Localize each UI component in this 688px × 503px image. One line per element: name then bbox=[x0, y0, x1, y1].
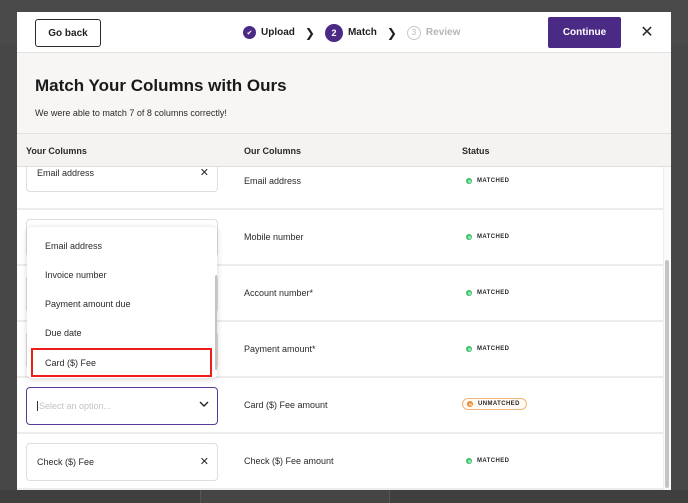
clear-icon[interactable]: ✕ bbox=[200, 167, 209, 179]
backdrop-element bbox=[200, 490, 390, 503]
our-column-name: Check ($) Fee amount bbox=[244, 456, 334, 466]
our-column-name: Payment amount* bbox=[244, 344, 316, 354]
page-intro: Match Your Columns with Ours We were abl… bbox=[17, 53, 671, 134]
header-status: Status bbox=[462, 146, 490, 156]
step-label: Review bbox=[425, 27, 461, 38]
status-text: MATCHED bbox=[477, 178, 510, 184]
chevron-right-icon: ❯ bbox=[386, 25, 397, 40]
step-upload: ✔ Upload bbox=[243, 26, 295, 39]
continue-button[interactable]: Continue bbox=[548, 17, 621, 48]
matched-icon bbox=[466, 178, 472, 184]
backdrop-bottom bbox=[0, 490, 688, 503]
header-your-columns: Your Columns bbox=[26, 146, 87, 156]
dropdown-option[interactable]: Due date bbox=[27, 318, 213, 347]
matched-icon bbox=[466, 234, 472, 240]
dropdown-option-highlighted[interactable]: Card ($) Fee bbox=[31, 348, 212, 377]
status-badge: MATCHED bbox=[466, 346, 509, 352]
your-column-select[interactable]: Select an option... bbox=[26, 387, 218, 425]
status-text: MATCHED bbox=[477, 234, 510, 240]
chevron-right-icon: ❯ bbox=[304, 25, 315, 40]
selected-value: Check ($) Fee bbox=[37, 457, 95, 467]
status-badge: MATCHED bbox=[466, 290, 509, 296]
progress-stepper: ✔ Upload ❯ 2 Match ❯ 3 Review bbox=[243, 23, 460, 42]
our-column-name: Mobile number bbox=[244, 232, 304, 242]
step-label: Upload bbox=[261, 27, 295, 38]
table-row: Check ($) Fee ✕ Check ($) Fee amount MAT… bbox=[17, 434, 663, 490]
matched-icon bbox=[466, 290, 472, 296]
status-text: MATCHED bbox=[477, 346, 510, 352]
step-review: 3 Review bbox=[406, 25, 461, 40]
go-back-button[interactable]: Go back bbox=[35, 19, 101, 47]
our-column-name: Card ($) Fee amount bbox=[244, 400, 328, 410]
modal-header: Go back ✔ Upload ❯ 2 Match ❯ 3 Review Co… bbox=[17, 12, 671, 53]
our-column-name: Email address bbox=[244, 176, 302, 186]
step-number: 2 bbox=[324, 23, 343, 42]
close-icon[interactable]: ✕ bbox=[638, 22, 656, 42]
step-number: 3 bbox=[406, 25, 421, 40]
match-summary: We were able to match 7 of 8 columns cor… bbox=[35, 108, 227, 118]
step-label: Match bbox=[347, 27, 377, 38]
page-title: Match Your Columns with Ours bbox=[35, 76, 287, 95]
status-badge: MATCHED bbox=[466, 458, 509, 464]
selected-value: Email address bbox=[37, 168, 95, 178]
dropdown-scrollbar[interactable] bbox=[215, 275, 217, 370]
status-badge: MATCHED bbox=[466, 178, 509, 184]
clear-icon[interactable]: ✕ bbox=[200, 455, 209, 468]
status-text: MATCHED bbox=[477, 458, 510, 464]
table-row: Email address ✕ Email address MATCHED bbox=[17, 167, 663, 210]
select-placeholder: Select an option... bbox=[37, 401, 112, 411]
matched-icon bbox=[466, 458, 472, 464]
column-options-dropdown: Email address Invoice number Payment amo… bbox=[27, 227, 217, 378]
matched-icon bbox=[466, 346, 472, 352]
dropdown-option[interactable]: Payment amount due bbox=[27, 289, 213, 318]
our-column-name: Account number* bbox=[244, 288, 314, 298]
table-scrollbar-thumb[interactable] bbox=[665, 260, 669, 488]
your-column-select[interactable]: Check ($) Fee ✕ bbox=[26, 443, 218, 481]
your-column-select[interactable]: Email address ✕ bbox=[26, 167, 218, 192]
chevron-down-icon[interactable] bbox=[198, 398, 210, 410]
status-text: MATCHED bbox=[477, 290, 510, 296]
check-icon: ✔ bbox=[243, 26, 256, 39]
status-badge: UNMATCHED bbox=[462, 398, 527, 410]
dropdown-option[interactable]: Email address bbox=[27, 231, 213, 260]
dropdown-option[interactable]: Invoice number bbox=[27, 260, 213, 289]
table-row: Select an option... Card ($) Fee amount … bbox=[17, 378, 663, 434]
status-badge: MATCHED bbox=[466, 234, 509, 240]
status-text: UNMATCHED bbox=[478, 401, 520, 407]
header-our-columns: Our Columns bbox=[244, 146, 302, 156]
warning-icon bbox=[467, 401, 473, 407]
table-header: Your Columns Our Columns Status bbox=[17, 134, 671, 167]
step-match: 2 Match bbox=[324, 23, 377, 42]
